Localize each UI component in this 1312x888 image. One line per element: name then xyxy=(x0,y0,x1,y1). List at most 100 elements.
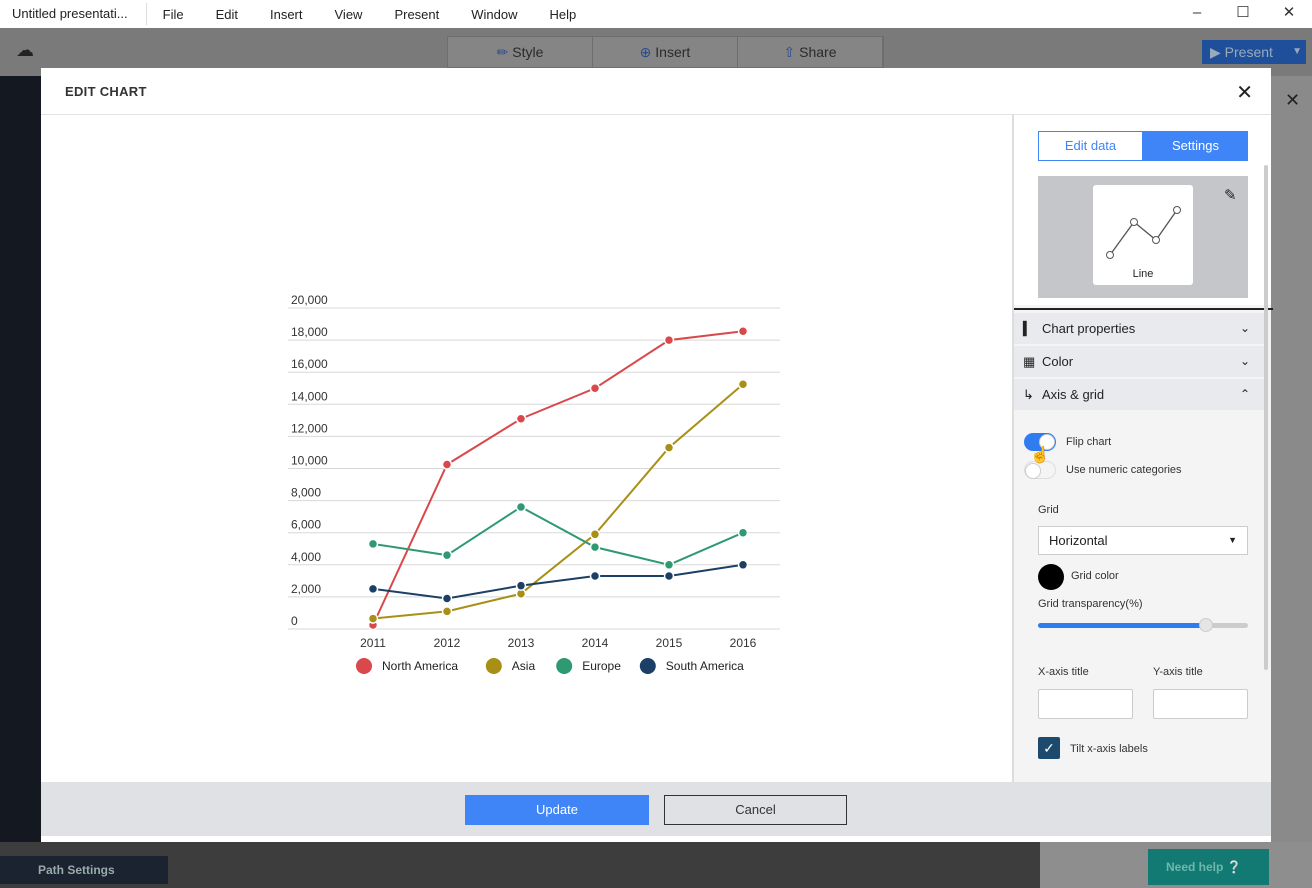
numeric-categories-label: Use numeric categories xyxy=(1066,464,1182,476)
menu-help[interactable]: Help xyxy=(534,7,593,22)
chevron-up-icon: ⌃ xyxy=(1239,387,1250,401)
grid-color-label: Grid color xyxy=(1071,570,1119,582)
chart-type-label: Line xyxy=(1132,268,1154,280)
data-point xyxy=(663,559,675,571)
y-tick-label: 20,000 xyxy=(291,293,328,307)
play-icon: ▶ xyxy=(1210,44,1225,60)
data-point xyxy=(663,334,675,346)
transparency-label: Grid transparency(%) xyxy=(1038,598,1143,610)
slider-fill xyxy=(1038,623,1206,628)
grid-value: Horizontal xyxy=(1049,533,1108,548)
menu-present[interactable]: Present xyxy=(378,7,455,22)
legend-label: Asia xyxy=(512,659,536,673)
x-axis-title-input[interactable] xyxy=(1038,689,1133,719)
grid-color-swatch[interactable] xyxy=(1038,564,1064,590)
edit-chart-dialog: EDIT CHART ✕ 0 2,000 4,000 6,000 8,000 10,000… xyxy=(41,68,1273,842)
checkmark-icon: ✓ xyxy=(1043,740,1055,756)
y-axis-title-label: Y-axis title xyxy=(1153,666,1203,678)
menu-file[interactable]: File xyxy=(147,7,200,22)
maximize-icon[interactable]: ☐ xyxy=(1220,0,1266,28)
close-panel-icon[interactable]: ✕ xyxy=(1285,90,1300,111)
menu-insert[interactable]: Insert xyxy=(254,7,319,22)
menu-bar: Untitled presentati... File Edit Insert … xyxy=(0,0,1312,28)
y-tick-label: 12,000 xyxy=(291,421,328,435)
section-axis-grid[interactable]: ↳ Axis & grid ⌃ xyxy=(1014,379,1266,410)
minimize-icon[interactable]: – xyxy=(1174,0,1220,28)
close-icon[interactable]: ✕ xyxy=(1236,80,1253,105)
tab-settings[interactable]: Settings xyxy=(1143,131,1248,161)
panel-scrollbar[interactable] xyxy=(1264,165,1268,670)
y-tick-label: 10,000 xyxy=(291,454,328,468)
dropdown-icon[interactable]: ▼ xyxy=(1292,40,1302,64)
y-tick-label: 18,000 xyxy=(291,325,328,339)
hand-cursor-icon: ☝ xyxy=(1030,447,1050,464)
y-tick-label: 2,000 xyxy=(291,582,321,596)
grid-select[interactable]: Horizontal ▼ xyxy=(1038,526,1248,555)
y-tick-label: 4,000 xyxy=(291,550,321,564)
insert-button[interactable]: ⊕ Insert xyxy=(593,37,738,67)
close-window-icon[interactable]: ✕ xyxy=(1266,0,1312,28)
help-icon: ❔ xyxy=(1226,860,1242,874)
data-point xyxy=(737,378,749,390)
line-chart: 0 2,000 4,000 6,000 8,000 10,000 12,000 14,000 1… xyxy=(288,293,780,674)
share-icon: ⇧ xyxy=(783,44,800,60)
tilt-label: Tilt x-axis labels xyxy=(1070,743,1148,755)
flip-chart-label: Flip chart xyxy=(1066,436,1112,448)
data-point xyxy=(589,383,601,394)
update-button[interactable]: Update xyxy=(465,795,649,825)
section-label: Chart properties xyxy=(1042,321,1136,336)
data-point xyxy=(589,529,601,540)
menu-edit[interactable]: Edit xyxy=(200,7,254,22)
y-tick-label: 0 xyxy=(291,614,298,628)
data-point xyxy=(515,580,527,591)
x-tick-label: 2014 xyxy=(582,636,609,650)
present-button[interactable]: ▶ Present ▼ xyxy=(1202,40,1306,64)
tilt-x-axis-checkbox[interactable]: ✓ xyxy=(1038,737,1060,759)
section-chart-properties[interactable]: ▍ Chart properties ⌄ xyxy=(1014,313,1266,344)
legend-marker xyxy=(556,658,573,674)
data-point xyxy=(367,583,379,595)
x-tick-label: 2013 xyxy=(508,636,535,650)
data-point xyxy=(441,459,453,470)
slider-thumb[interactable] xyxy=(1199,618,1213,632)
present-label: Present xyxy=(1224,44,1273,60)
y-axis-title-input[interactable] xyxy=(1153,689,1248,719)
legend-label: Europe xyxy=(582,659,621,673)
dialog-footer: Update Cancel xyxy=(41,782,1271,836)
x-tick-label: 2016 xyxy=(730,636,757,650)
grid-label: Grid xyxy=(1038,504,1059,516)
y-tick-label: 14,000 xyxy=(291,389,328,403)
chart-preview: 0 2,000 4,000 6,000 8,000 10,000 12,000 14,000 1… xyxy=(41,115,1012,782)
menu-view[interactable]: View xyxy=(319,7,379,22)
left-sidebar xyxy=(0,76,41,856)
cancel-button[interactable]: Cancel xyxy=(664,795,847,825)
need-help-button[interactable]: Need help ❔ xyxy=(1148,849,1269,885)
data-point xyxy=(441,549,453,561)
data-point xyxy=(515,413,527,424)
x-tick-label: 2011 xyxy=(360,636,386,650)
edit-icon[interactable]: ✎ xyxy=(1224,186,1237,204)
menu-window[interactable]: Window xyxy=(455,7,533,22)
right-panel-bg: ✕ xyxy=(1271,76,1312,856)
insert-label: Insert xyxy=(655,44,691,60)
chart-type-card[interactable]: Line xyxy=(1093,185,1193,285)
transparency-slider[interactable] xyxy=(1038,618,1248,632)
x-tick-label: 2015 xyxy=(656,636,683,650)
data-point xyxy=(663,442,675,453)
path-settings-button[interactable]: Path Settings xyxy=(0,856,168,884)
line-chart-icon xyxy=(1106,206,1181,259)
chevron-down-icon: ⌄ xyxy=(1239,354,1250,368)
share-button[interactable]: ⇧ Share xyxy=(738,37,883,67)
section-color[interactable]: ▦ Color ⌄ xyxy=(1014,346,1266,377)
cloud-icon: ☁ xyxy=(16,40,34,60)
data-point xyxy=(441,593,453,604)
tab-edit-data[interactable]: Edit data xyxy=(1038,131,1143,161)
legend-marker xyxy=(356,658,372,674)
data-point xyxy=(737,326,749,337)
style-button[interactable]: ✏ Style xyxy=(448,37,593,67)
y-tick-label: 6,000 xyxy=(291,518,321,532)
data-point xyxy=(737,559,749,571)
chevron-down-icon: ⌄ xyxy=(1239,321,1250,335)
dialog-title: EDIT CHART xyxy=(65,84,147,99)
window-controls: – ☐ ✕ xyxy=(1174,0,1312,28)
